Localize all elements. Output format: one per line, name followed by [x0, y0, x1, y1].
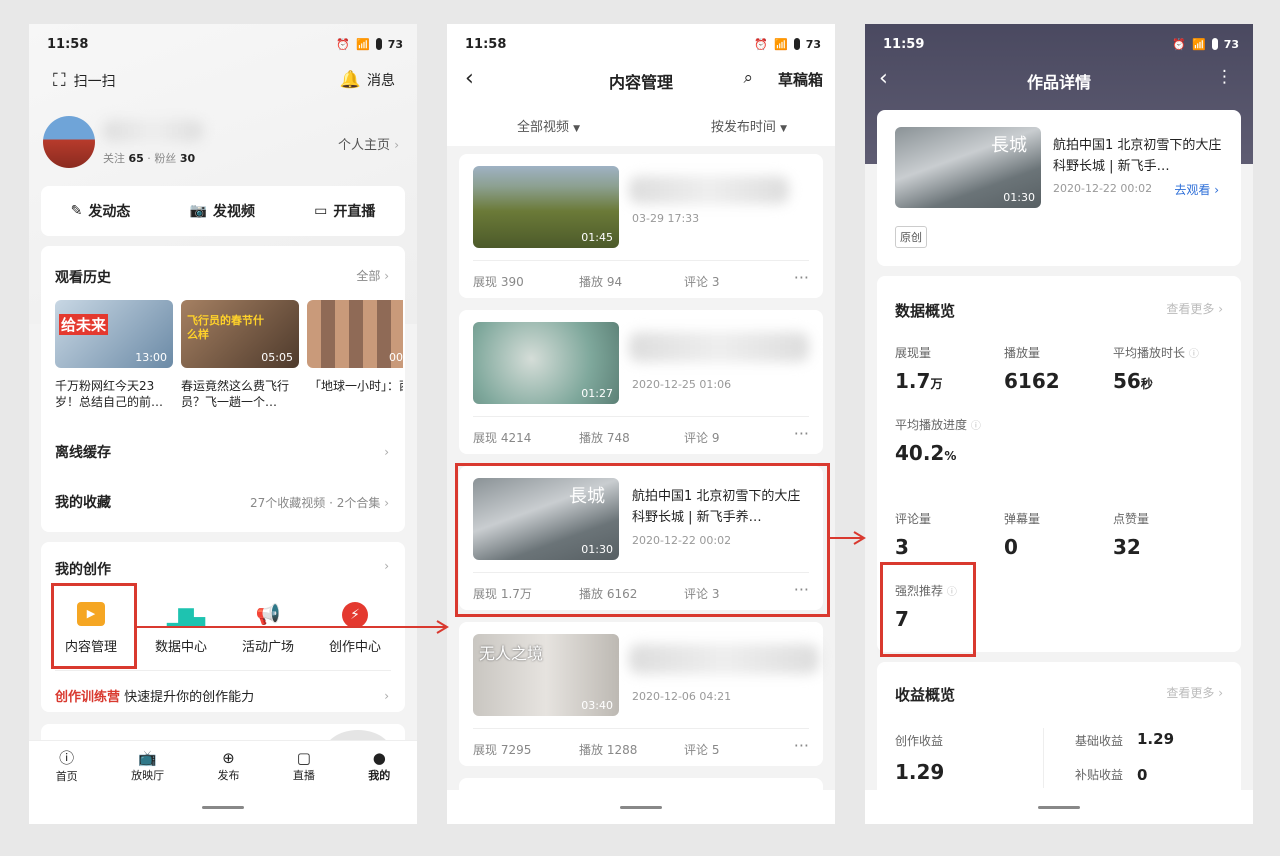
annotation-arrows	[137, 531, 866, 634]
